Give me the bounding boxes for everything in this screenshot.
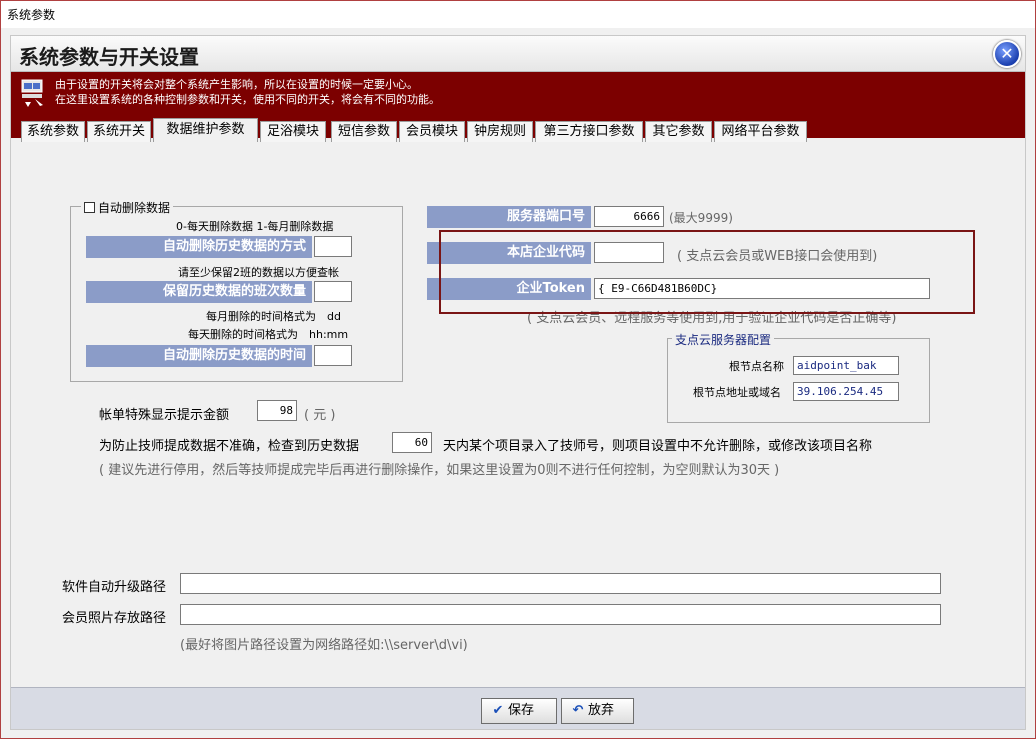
button-bar: ✔ 保存 ↶ 放弃 [11, 687, 1025, 729]
month-format-note: 每月删除的时间格式为 dd [206, 310, 341, 323]
server-port-note: (最大9999) [669, 211, 733, 225]
delete-mode-label: 自动删除历史数据的方式 [86, 236, 312, 258]
tab-foot-bath[interactable]: 足浴模块 [260, 121, 326, 142]
bill-amount-input[interactable]: 98 [257, 400, 297, 421]
root-address-input[interactable]: 39.106.254.45 [793, 382, 899, 401]
photo-path-hint: (最好将图片路径设置为网络路径如:\\server\d\vi) [180, 638, 468, 653]
warning-icon [21, 79, 43, 107]
delete-time-input[interactable] [314, 345, 352, 366]
server-port-label: 服务器端口号 [427, 206, 591, 228]
warning-text: 由于设置的开关将会对整个系统产生影响，所以在设置的时候一定要小心。 在这里设置系… [55, 77, 440, 107]
auto-delete-checkbox[interactable] [84, 202, 95, 213]
delete-mode-note: 0-每天删除数据 1-每月删除数据 [176, 220, 334, 233]
tab-third-party[interactable]: 第三方接口参数 [535, 121, 643, 142]
dialog-body: 系统参数与开关设置 ✕ 由于设置的开关将会对整个系统产生影响，所以在设置的时候一… [10, 35, 1026, 730]
tech-history-suffix: 天内某个项目录入了技师号，则项目设置中不允许删除，或修改该项目名称 [443, 439, 873, 454]
tab-member[interactable]: 会员模块 [399, 121, 465, 142]
tech-history-days-input[interactable]: 60 [392, 432, 432, 453]
header-bar: 系统参数与开关设置 ✕ [11, 36, 1025, 72]
close-button[interactable]: ✕ [993, 40, 1021, 68]
photo-path-input[interactable] [180, 604, 941, 625]
highlight-box [439, 230, 975, 314]
delete-mode-input[interactable] [314, 236, 352, 257]
tab-data-maintenance[interactable]: 数据维护参数 [153, 118, 258, 142]
tab-other[interactable]: 其它参数 [645, 121, 712, 142]
upgrade-path-label: 软件自动升级路径 [62, 580, 167, 595]
tab-clock-rules[interactable]: 钟房规则 [467, 121, 533, 142]
tech-history-label: 为防止技师提成数据不准确，检查到历史数据 [99, 439, 360, 454]
warning-line-2: 在这里设置系统的各种控制参数和开关，使用不同的开关，将会有不同的功能。 [55, 93, 440, 106]
page-title: 系统参数与开关设置 [19, 45, 199, 69]
delete-time-label: 自动删除历史数据的时间 [86, 345, 312, 367]
root-name-input[interactable]: aidpoint_bak [793, 356, 899, 375]
cancel-button[interactable]: ↶ 放弃 [561, 698, 634, 724]
warning-line-1: 由于设置的开关将会对整个系统产生影响，所以在设置的时候一定要小心。 [55, 78, 418, 91]
cloud-server-legend: 支点云服务器配置 [672, 331, 775, 348]
tab-system-switches[interactable]: 系统开关 [87, 121, 151, 142]
save-button[interactable]: ✔ 保存 [481, 698, 557, 724]
keep-shifts-label: 保留历史数据的班次数量 [86, 281, 312, 303]
photo-path-label: 会员照片存放路径 [62, 611, 167, 626]
root-name-label: 根节点名称 [729, 360, 784, 373]
root-address-label: 根节点地址或域名 [693, 386, 781, 399]
tab-panel: 自动删除数据 0-每天删除数据 1-每月删除数据 自动删除历史数据的方式 请至少… [11, 142, 1025, 687]
tab-network-platform[interactable]: 网络平台参数 [714, 121, 807, 142]
tab-sms[interactable]: 短信参数 [331, 121, 397, 142]
upgrade-path-input[interactable] [180, 573, 941, 594]
cloud-server-group: 支点云服务器配置 [667, 331, 930, 423]
checkmark-icon: ✔ [492, 703, 504, 718]
undo-icon: ↶ [572, 703, 584, 718]
window-titlebar: 系统参数 [1, 1, 1035, 28]
keep-shifts-note: 请至少保留2班的数据以方便查帐 [178, 266, 339, 279]
tab-system-params[interactable]: 系统参数 [21, 121, 85, 142]
bill-amount-unit: ( 元 ) [304, 408, 336, 423]
bill-amount-label: 帐单特殊显示提示金额 [99, 408, 230, 423]
day-format-note: 每天删除的时间格式为 hh:mm [188, 328, 349, 341]
auto-delete-legend[interactable]: 自动删除数据 [81, 199, 174, 216]
cancel-button-label: 放弃 [588, 703, 615, 718]
window: 系统参数 系统参数与开关设置 ✕ 由于设置的开关将会对整个系统产生影响，所以在设… [0, 0, 1036, 739]
server-port-input[interactable]: 6666 [594, 206, 664, 227]
window-title: 系统参数 [7, 8, 56, 22]
keep-shifts-input[interactable] [314, 281, 352, 302]
auto-delete-legend-label: 自动删除数据 [98, 201, 171, 215]
tech-history-hint: ( 建议先进行停用，然后等技师提成完毕后再进行删除操作，如果这里设置为0则不进行… [99, 463, 780, 478]
save-button-label: 保存 [508, 703, 535, 718]
